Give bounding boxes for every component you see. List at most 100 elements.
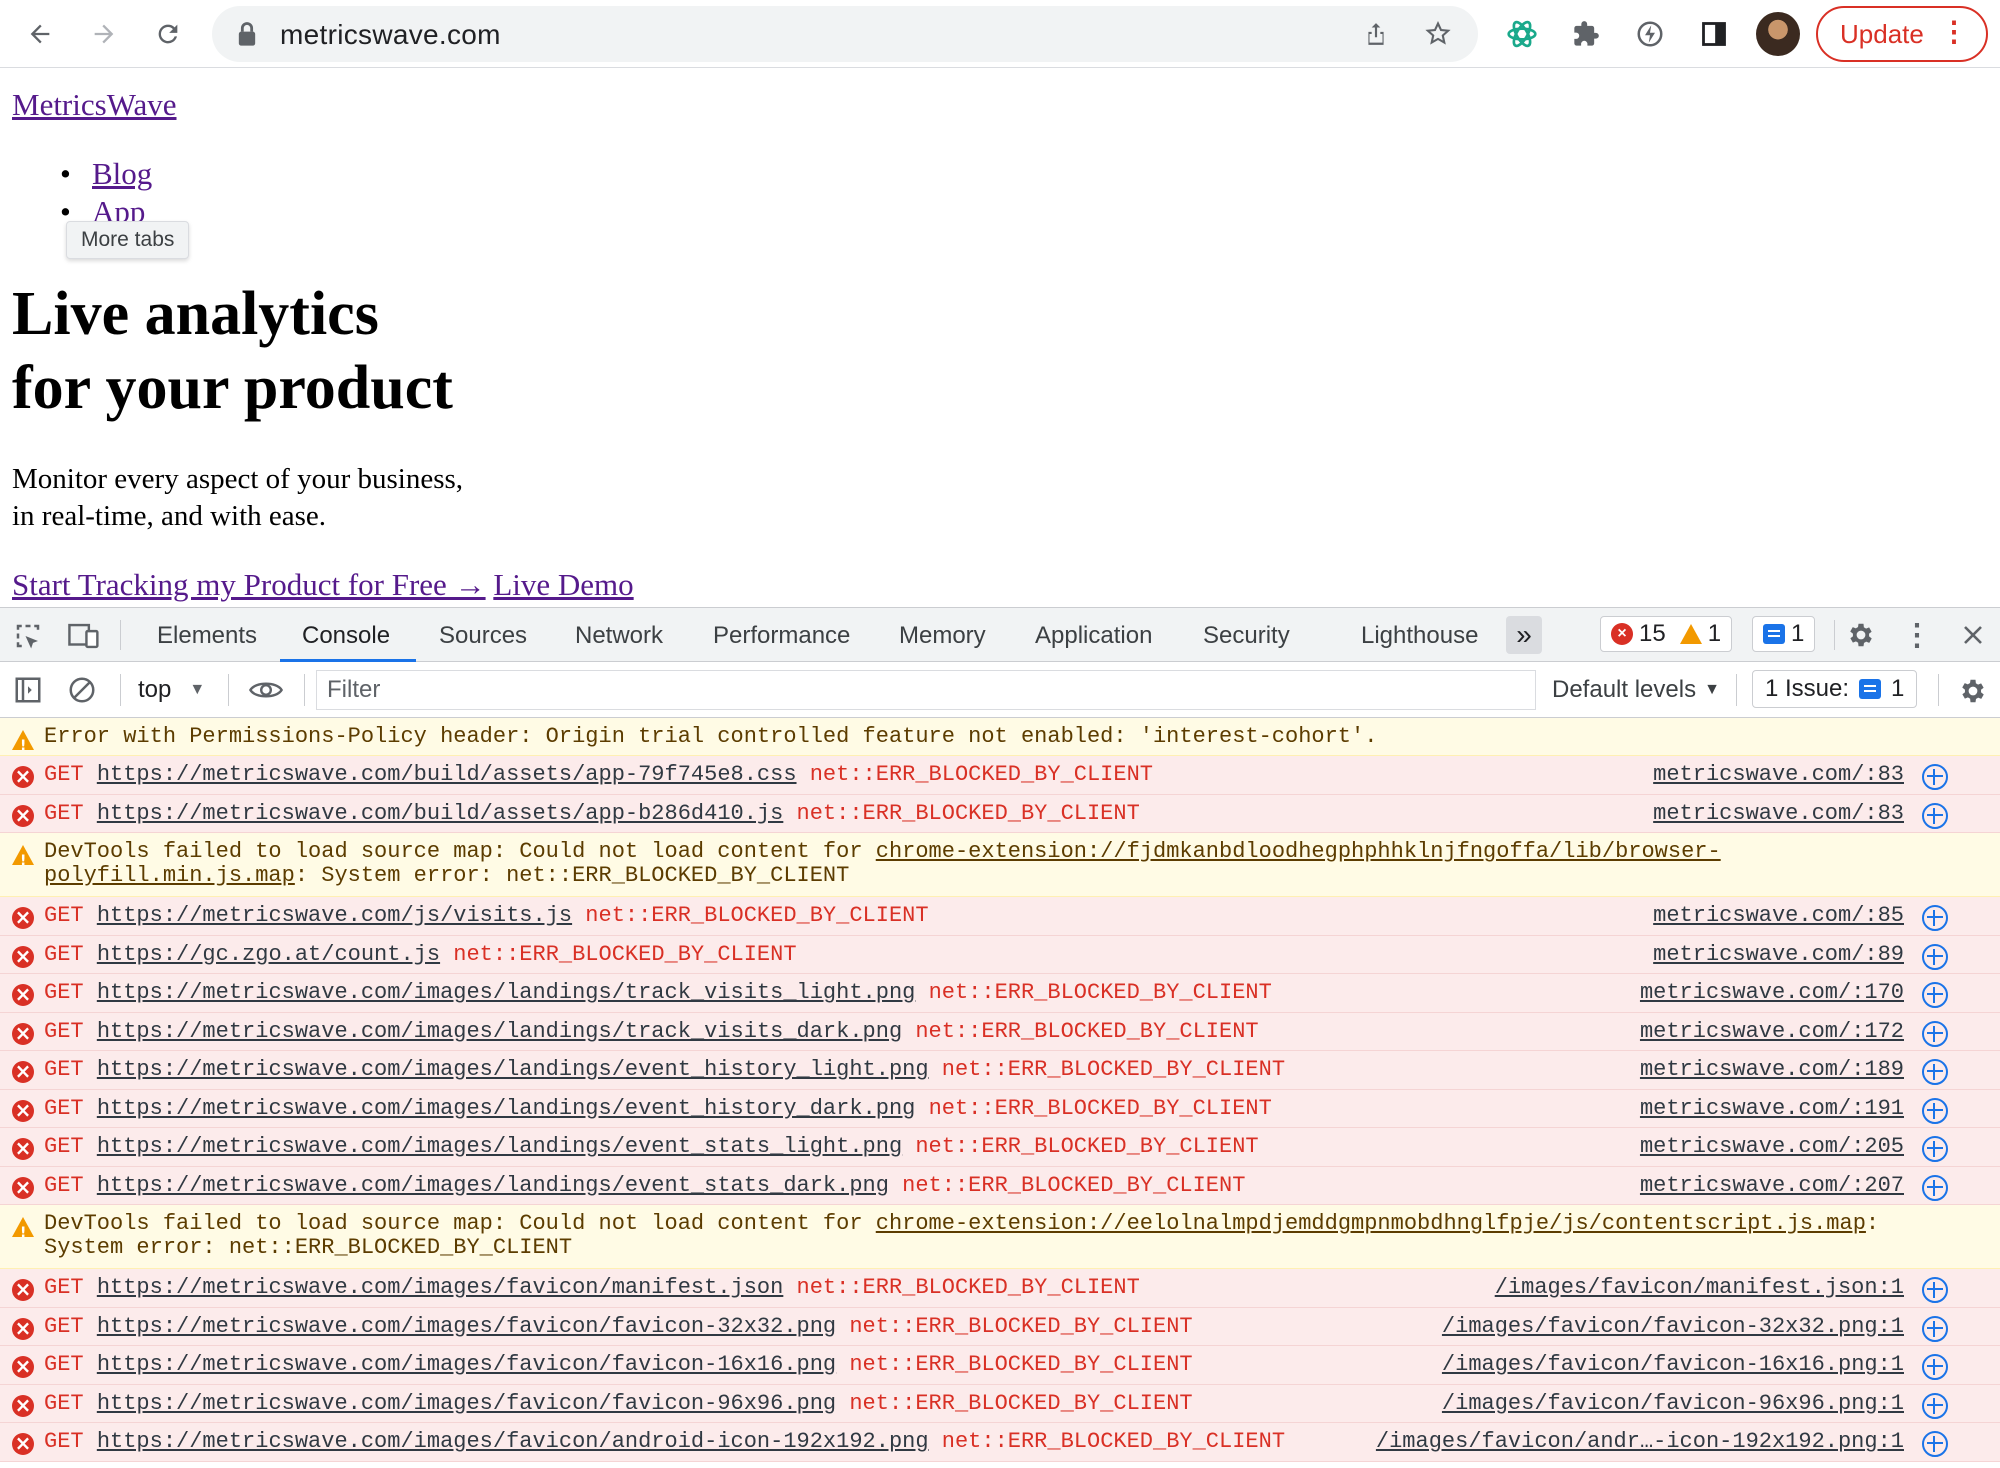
error-icon (12, 1098, 34, 1122)
source-location-link[interactable]: metricswave.com/:170 (1640, 981, 1904, 1005)
error-text: net::ERR_BLOCKED_BY_CLIENT (809, 762, 1153, 787)
message-counter[interactable]: 1 (1752, 616, 1816, 652)
request-method: GET (44, 1057, 84, 1082)
close-devtools-icon[interactable] (1956, 618, 1990, 652)
source-location-link[interactable]: /images/favicon/favicon-16x16.png:1 (1442, 1353, 1904, 1377)
request-url-link[interactable]: https://gc.zgo.at/count.js (97, 942, 440, 967)
live-demo-link[interactable]: Live Demo (493, 567, 633, 602)
request-url-link[interactable]: https://metricswave.com/js/visits.js (97, 903, 572, 928)
extension-bolt-icon[interactable] (1630, 14, 1670, 54)
tab-performance[interactable]: Performance (713, 622, 850, 650)
nav-list: Blog App (60, 155, 152, 231)
source-location-link[interactable]: /images/favicon/favicon-96x96.png:1 (1442, 1391, 1904, 1416)
address-bar[interactable]: metricswave.com (212, 6, 1478, 62)
tab-memory[interactable]: Memory (899, 622, 986, 650)
extension-atom-icon[interactable] (1502, 14, 1542, 54)
request-url-link[interactable]: https://metricswave.com/images/landings/… (97, 1057, 929, 1082)
request-url-link[interactable]: https://metricswave.com/images/landings/… (97, 980, 916, 1005)
network-request-icon[interactable] (1922, 1020, 1948, 1047)
network-request-icon[interactable] (1922, 1431, 1948, 1457)
request-url-link[interactable]: https://metricswave.com/build/assets/app… (97, 801, 784, 826)
network-request-icon[interactable] (1922, 1097, 1948, 1124)
network-request-icon[interactable] (1922, 1392, 1948, 1419)
more-tabs-chevron-icon[interactable]: » (1506, 616, 1542, 654)
issue-counter[interactable]: × 15 1 (1600, 616, 1733, 652)
request-url-link[interactable]: https://metricswave.com/images/favicon/a… (97, 1429, 929, 1454)
source-location-link[interactable]: metricswave.com/:191 (1640, 1096, 1904, 1121)
request-url-link[interactable]: https://metricswave.com/images/landings/… (97, 1096, 916, 1121)
settings-gear-icon[interactable] (1844, 618, 1878, 652)
bookmark-star-icon[interactable] (1418, 14, 1458, 54)
source-location-link[interactable]: metricswave.com/:205 (1640, 1135, 1904, 1159)
source-location-link[interactable]: /images/favicon/manifest.json:1 (1495, 1276, 1904, 1300)
network-request-icon[interactable] (1922, 1354, 1948, 1380)
share-icon[interactable] (1356, 14, 1396, 54)
error-text: net::ERR_BLOCKED_BY_CLIENT (796, 1275, 1140, 1300)
address-url[interactable]: metricswave.com (280, 19, 501, 51)
devtools-menu-icon[interactable]: ⋮ (1900, 618, 1934, 652)
lock-icon[interactable] (236, 20, 258, 53)
network-request-icon[interactable] (1922, 802, 1948, 829)
tab-application[interactable]: Application (1035, 622, 1152, 650)
source-location-link[interactable]: metricswave.com/:83 (1653, 801, 1904, 826)
network-request-icon[interactable] (1922, 1277, 1948, 1303)
request-url-link[interactable]: https://metricswave.com/images/favicon/f… (97, 1391, 836, 1416)
reload-icon[interactable] (148, 14, 188, 54)
error-icon (12, 1393, 34, 1417)
back-icon[interactable] (20, 14, 60, 54)
request-url-link[interactable]: https://metricswave.com/images/landings/… (97, 1019, 902, 1044)
request-method: GET (44, 1390, 84, 1416)
brand-link[interactable]: MetricsWave (12, 87, 177, 123)
log-levels-dropdown[interactable]: Default levels ▼ (1552, 676, 1720, 704)
update-button[interactable]: Update ⋮ (1816, 6, 1988, 62)
forward-icon[interactable] (84, 14, 124, 54)
network-request-icon[interactable] (1922, 982, 1948, 1008)
tab-lighthouse[interactable]: Lighthouse (1361, 622, 1478, 650)
network-request-icon[interactable] (1922, 1059, 1948, 1085)
side-panel-icon[interactable] (1694, 14, 1734, 54)
issues-button[interactable]: 1 Issue: 1 (1752, 670, 1918, 708)
console-error-row: GET https://metricswave.com/build/assets… (0, 756, 2000, 795)
network-request-icon[interactable] (1922, 943, 1948, 970)
context-selector[interactable]: top ▼ (138, 676, 205, 704)
request-url-link[interactable]: https://metricswave.com/images/landings/… (97, 1134, 902, 1159)
source-location-link[interactable]: metricswave.com/:83 (1653, 763, 1904, 787)
network-request-icon[interactable] (1922, 1174, 1948, 1201)
live-expression-eye-icon[interactable] (246, 674, 286, 706)
profile-avatar[interactable] (1756, 12, 1800, 56)
source-location-link[interactable]: metricswave.com/:207 (1640, 1173, 1904, 1198)
network-request-icon[interactable] (1922, 1136, 1948, 1162)
tab-network[interactable]: Network (575, 622, 663, 650)
puzzle-extensions-icon[interactable] (1566, 14, 1606, 54)
source-location-link[interactable]: /images/favicon/favicon-32x32.png:1 (1442, 1314, 1904, 1339)
request-url-link[interactable]: https://metricswave.com/images/favicon/f… (97, 1352, 836, 1377)
request-url-link[interactable]: https://metricswave.com/images/favicon/f… (97, 1314, 836, 1339)
start-tracking-link[interactable]: Start Tracking my Product for Free → (12, 567, 486, 602)
hero-line-2: for your product (12, 354, 453, 422)
source-location-link[interactable]: metricswave.com/:172 (1640, 1019, 1904, 1044)
source-location-link[interactable]: metricswave.com/:189 (1640, 1058, 1904, 1082)
device-toolbar-icon[interactable] (66, 620, 102, 652)
console-filter[interactable] (316, 670, 1536, 710)
request-url-link[interactable]: https://metricswave.com/build/assets/app… (97, 762, 797, 787)
tab-security[interactable]: Security (1203, 622, 1290, 650)
tab-elements[interactable]: Elements (157, 622, 257, 650)
source-location-link[interactable]: metricswave.com/:89 (1653, 942, 1904, 967)
request-url-link[interactable]: https://metricswave.com/images/favicon/m… (97, 1275, 784, 1300)
clear-console-icon[interactable] (66, 674, 98, 706)
sidebar-toggle-icon[interactable] (12, 674, 44, 706)
source-location-link[interactable]: metricswave.com/:85 (1653, 904, 1904, 928)
tab-console[interactable]: Console (302, 622, 390, 650)
network-request-icon[interactable] (1922, 764, 1948, 790)
more-menu-icon[interactable]: ⋮ (1940, 18, 1968, 46)
nav-link-blog[interactable]: Blog (92, 156, 152, 191)
request-url-link[interactable]: https://metricswave.com/images/landings/… (97, 1173, 889, 1198)
network-request-icon[interactable] (1922, 1315, 1948, 1342)
console-settings-gear-icon[interactable] (1956, 674, 1990, 708)
inspect-element-icon[interactable] (12, 620, 44, 652)
source-location-link[interactable]: /images/favicon/andr…-icon-192x192.png:1 (1376, 1430, 1904, 1454)
filter-input[interactable] (317, 671, 1535, 709)
network-request-icon[interactable] (1922, 905, 1948, 931)
tab-sources[interactable]: Sources (439, 622, 527, 650)
sourcemap-url-link[interactable]: chrome-extension://eelolnalmpdjemddgmpnm… (876, 1211, 1866, 1236)
